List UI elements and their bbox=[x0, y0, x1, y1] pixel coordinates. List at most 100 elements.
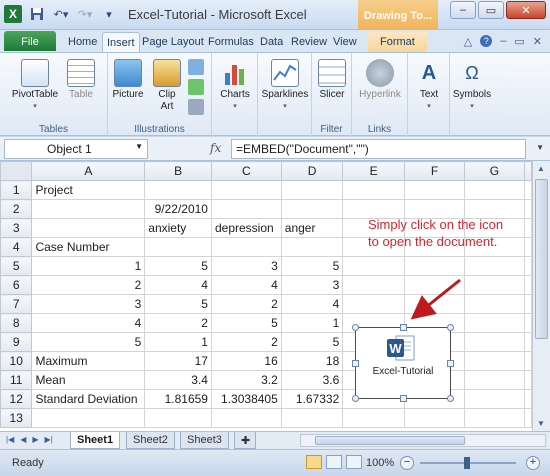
row-header[interactable]: 10 bbox=[0, 351, 33, 371]
sheet-tab-sheet1[interactable]: Sheet1 bbox=[70, 432, 121, 449]
cell-a12[interactable]: Standard Deviation bbox=[31, 389, 146, 409]
cell-d8[interactable]: 1 bbox=[280, 313, 344, 333]
cell-g8[interactable] bbox=[463, 313, 526, 333]
column-header-b[interactable]: B bbox=[144, 161, 212, 181]
cell-b12[interactable]: 1.81659 bbox=[144, 389, 212, 409]
tab-format[interactable]: Format bbox=[368, 32, 427, 52]
last-sheet-icon[interactable]: ▶| bbox=[45, 435, 53, 444]
cell-g11[interactable] bbox=[463, 370, 526, 390]
cell-d13[interactable] bbox=[280, 408, 344, 428]
cell-b5[interactable]: 5 bbox=[144, 256, 212, 276]
cell-a6[interactable]: 2 bbox=[31, 275, 146, 295]
table-button[interactable]: Table bbox=[64, 59, 98, 101]
picture-button[interactable]: Picture bbox=[110, 59, 146, 101]
cell-d11[interactable]: 3.6 bbox=[280, 370, 344, 390]
cell-d3[interactable]: anger bbox=[280, 218, 344, 238]
text-button[interactable]: A Text ▾ bbox=[412, 59, 446, 113]
cell-a2[interactable] bbox=[31, 199, 146, 219]
resize-handle[interactable] bbox=[447, 324, 454, 331]
resize-handle[interactable] bbox=[352, 324, 359, 331]
minimize-ribbon-icon[interactable]: △ bbox=[464, 35, 472, 48]
zoom-level[interactable]: 100% bbox=[366, 457, 394, 469]
slicer-button[interactable]: Slicer bbox=[316, 59, 348, 101]
cell-b4[interactable] bbox=[144, 237, 212, 257]
symbols-button[interactable]: Ω Symbols ▾ bbox=[452, 59, 492, 113]
cell-a8[interactable]: 4 bbox=[31, 313, 146, 333]
insert-function-icon[interactable]: fx bbox=[210, 141, 221, 155]
embedded-word-object[interactable]: W Excel-Tutorial bbox=[352, 324, 454, 402]
sheet-tab-sheet3[interactable]: Sheet3 bbox=[180, 432, 229, 449]
smartart-icon[interactable] bbox=[188, 79, 204, 95]
vertical-scroll-thumb[interactable] bbox=[535, 179, 548, 339]
zoom-in-icon[interactable]: + bbox=[526, 456, 540, 470]
cell-b9[interactable]: 1 bbox=[144, 332, 212, 352]
cell-e13[interactable] bbox=[342, 408, 406, 428]
zoom-knob[interactable] bbox=[464, 457, 470, 469]
row-header[interactable]: 4 bbox=[0, 237, 33, 257]
first-sheet-icon[interactable]: |◀ bbox=[6, 435, 14, 444]
cell-b7[interactable]: 5 bbox=[144, 294, 212, 314]
resize-handle[interactable] bbox=[400, 324, 407, 331]
row-header[interactable]: 3 bbox=[0, 218, 33, 238]
row-header[interactable]: 6 bbox=[0, 275, 33, 295]
cell-blank[interactable] bbox=[524, 370, 532, 390]
chevron-down-icon[interactable]: ▼ bbox=[135, 142, 143, 151]
row-header[interactable]: 11 bbox=[0, 370, 33, 390]
help-icon[interactable]: ? bbox=[480, 35, 493, 47]
name-box[interactable]: Object 1 ▼ bbox=[4, 139, 148, 159]
scroll-down-icon[interactable]: ▼ bbox=[537, 419, 545, 428]
cell-f1[interactable] bbox=[404, 180, 465, 200]
cell-b1[interactable] bbox=[144, 180, 212, 200]
window-minimize-icon[interactable]: – bbox=[500, 35, 506, 48]
resize-handle[interactable] bbox=[400, 395, 407, 402]
cell-blank[interactable] bbox=[524, 389, 532, 409]
normal-view-icon[interactable] bbox=[306, 455, 322, 469]
row-header[interactable]: 8 bbox=[0, 313, 33, 333]
cell-e5[interactable] bbox=[342, 256, 406, 276]
cell-d6[interactable]: 3 bbox=[280, 275, 344, 295]
cell-a13[interactable] bbox=[31, 408, 146, 428]
cell-blank[interactable] bbox=[524, 332, 532, 352]
tab-insert[interactable]: Insert bbox=[102, 32, 140, 52]
column-header-a[interactable]: A bbox=[31, 161, 146, 181]
cell-c2[interactable] bbox=[210, 199, 282, 219]
column-header-g[interactable]: G bbox=[463, 161, 526, 181]
cell-blank[interactable] bbox=[524, 218, 532, 238]
cell-c8[interactable]: 5 bbox=[210, 313, 282, 333]
row-header[interactable]: 1 bbox=[0, 180, 33, 200]
cell-c12[interactable]: 1.3038405 bbox=[210, 389, 282, 409]
zoom-slider[interactable]: − + bbox=[400, 456, 540, 470]
sparklines-button[interactable]: Sparklines ▾ bbox=[260, 59, 310, 113]
word-document-icon[interactable]: W bbox=[386, 334, 416, 362]
cell-c5[interactable]: 3 bbox=[210, 256, 282, 276]
cell-blank[interactable] bbox=[524, 408, 532, 428]
cell-e7[interactable] bbox=[342, 294, 406, 314]
shapes-icon[interactable] bbox=[188, 59, 204, 75]
cell-g5[interactable] bbox=[463, 256, 526, 276]
cell-c13[interactable] bbox=[210, 408, 282, 428]
cell-f13[interactable] bbox=[404, 408, 465, 428]
cell-c7[interactable]: 2 bbox=[210, 294, 282, 314]
redo-icon[interactable]: ↷▾ bbox=[76, 5, 94, 23]
resize-handle[interactable] bbox=[447, 395, 454, 402]
cell-d7[interactable]: 4 bbox=[280, 294, 344, 314]
save-icon[interactable] bbox=[28, 5, 46, 23]
next-sheet-icon[interactable]: ▶ bbox=[32, 435, 38, 444]
column-header-e[interactable]: E bbox=[342, 161, 406, 181]
cell-d5[interactable]: 5 bbox=[280, 256, 344, 276]
cell-blank[interactable] bbox=[524, 313, 532, 333]
cell-b6[interactable]: 4 bbox=[144, 275, 212, 295]
page-layout-view-icon[interactable] bbox=[326, 455, 342, 469]
window-restore-icon[interactable]: ▭ bbox=[514, 35, 524, 48]
cell-c9[interactable]: 2 bbox=[210, 332, 282, 352]
page-break-view-icon[interactable] bbox=[346, 455, 362, 469]
tab-data[interactable]: Data bbox=[260, 32, 283, 52]
cell-a3[interactable] bbox=[31, 218, 146, 238]
cell-c11[interactable]: 3.2 bbox=[210, 370, 282, 390]
cell-blank[interactable] bbox=[524, 180, 532, 200]
row-header[interactable]: 7 bbox=[0, 294, 33, 314]
scroll-up-icon[interactable]: ▲ bbox=[537, 164, 545, 173]
column-header-d[interactable]: D bbox=[280, 161, 344, 181]
cell-d9[interactable]: 5 bbox=[280, 332, 344, 352]
tab-formulas[interactable]: Formulas bbox=[208, 32, 254, 52]
